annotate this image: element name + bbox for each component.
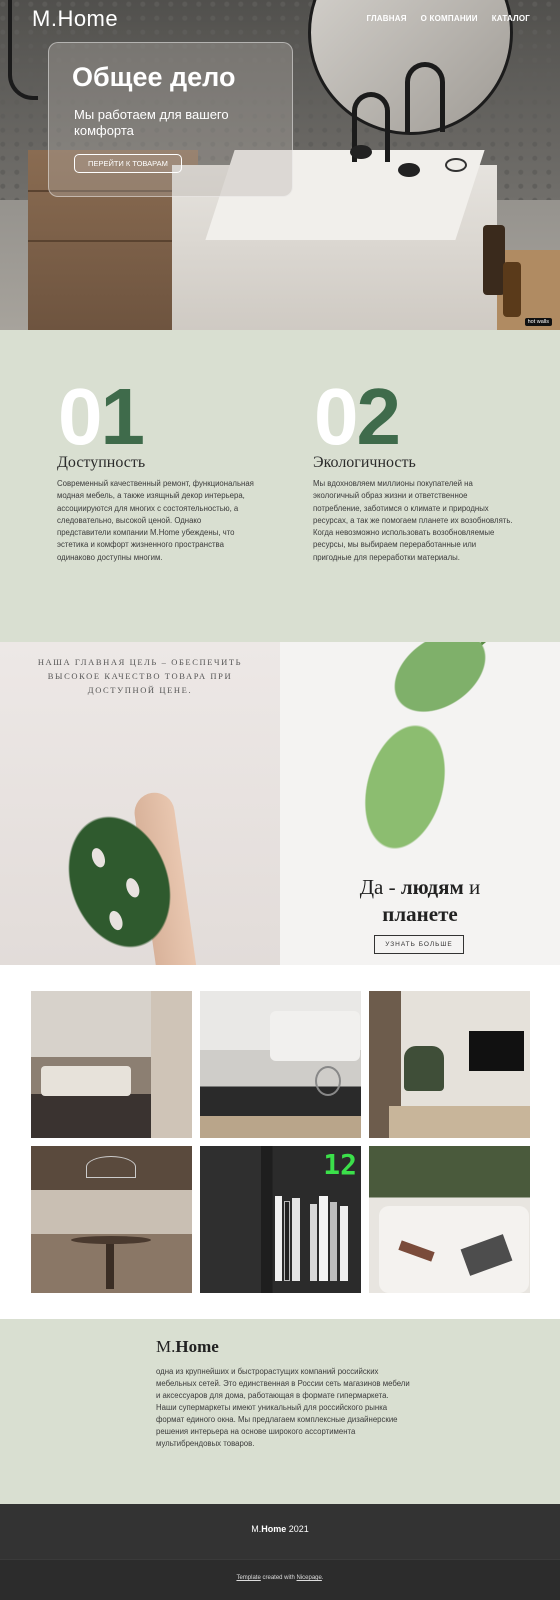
feature-text-accessibility: Современный качественный ремонт, функцио… bbox=[57, 479, 254, 562]
footer-copyright: M.Home 2021 bbox=[251, 1524, 309, 1534]
gallery-image-armchair-tv[interactable] bbox=[369, 991, 530, 1138]
template-link[interactable]: Template bbox=[236, 1575, 260, 1581]
hero-section: M.Home ГЛАВНАЯ О КОМПАНИИ КАТАЛОГ Общее … bbox=[0, 0, 560, 330]
photo-credit: hot walls bbox=[524, 318, 552, 326]
hand-plant-image: НАША ГЛАВНАЯ ЦЕЛЬ – ОБЕСПЕЧИТЬ ВЫСОКОЕ К… bbox=[0, 642, 280, 965]
mission-section: НАША ГЛАВНАЯ ЦЕЛЬ – ОБЕСПЕЧИТЬ ВЫСОКОЕ К… bbox=[0, 642, 560, 965]
about-section: M.Home одна из крупнейших и быстрорастущ… bbox=[0, 1319, 560, 1504]
feature-number-1: 01 bbox=[58, 372, 145, 461]
learn-more-button[interactable]: УЗНАТЬ БОЛЬШЕ bbox=[374, 935, 464, 954]
made-with-text: Template created with Nicepage. bbox=[236, 1575, 324, 1581]
main-nav: ГЛАВНАЯ О КОМПАНИИ КАТАЛОГ bbox=[366, 14, 530, 23]
brand-logo[interactable]: M.Home bbox=[32, 6, 118, 32]
gallery-image-bedroom[interactable] bbox=[369, 1146, 530, 1293]
nav-item-catalog[interactable]: КАТАЛОГ bbox=[492, 14, 530, 23]
feature-title-ecology: Экологичность bbox=[313, 454, 416, 471]
interior-gallery: 12 bbox=[0, 965, 560, 1319]
gallery-image-living-room[interactable] bbox=[31, 991, 192, 1138]
nav-item-about[interactable]: О КОМПАНИИ bbox=[421, 14, 478, 23]
hero-bottle bbox=[483, 225, 505, 295]
footer-credits: Template created with Nicepage. bbox=[0, 1559, 560, 1600]
features-section: 01 Доступность Современный качественный … bbox=[0, 330, 560, 642]
feature-number-2: 02 bbox=[314, 372, 401, 461]
hero-subtitle: Мы работаем для вашего комфорта bbox=[74, 107, 229, 138]
gallery-image-bookshelf[interactable]: 12 bbox=[200, 1146, 361, 1293]
footer: M.Home 2021 bbox=[0, 1504, 560, 1559]
hero-bottle-2 bbox=[503, 262, 521, 317]
hero-title: Общее дело bbox=[72, 62, 236, 92]
gallery-image-dining[interactable] bbox=[31, 1146, 192, 1293]
gallery-image-sofa-table[interactable] bbox=[200, 991, 361, 1138]
monstera-leaf bbox=[38, 787, 201, 965]
digital-clock: 12 bbox=[323, 1148, 357, 1181]
feature-text-ecology: Мы вдохновляем миллионы покупателей на э… bbox=[313, 479, 513, 562]
hero-jar bbox=[445, 158, 467, 172]
about-title: M.Home bbox=[156, 1337, 219, 1356]
leaf-bottom bbox=[342, 702, 468, 872]
hero-jar bbox=[350, 145, 372, 159]
feature-title-accessibility: Доступность bbox=[57, 454, 146, 471]
hero-faucet-2 bbox=[405, 62, 445, 132]
nicepage-link[interactable]: Nicepage bbox=[297, 1575, 322, 1581]
go-to-products-button[interactable]: ПЕРЕЙТИ К ТОВАРАМ bbox=[74, 154, 182, 173]
mission-goal-text: НАША ГЛАВНАЯ ЦЕЛЬ – ОБЕСПЕЧИТЬ ВЫСОКОЕ К… bbox=[37, 657, 243, 695]
hero-jar bbox=[398, 163, 420, 177]
mission-slogan: Да - людям и планете bbox=[359, 875, 481, 926]
nav-item-home[interactable]: ГЛАВНАЯ bbox=[366, 14, 406, 23]
leaf-image: Да - людям и планете УЗНАТЬ БОЛЬШЕ bbox=[280, 642, 560, 965]
about-text: одна из крупнейших и быстрорастущих комп… bbox=[156, 1367, 410, 1448]
